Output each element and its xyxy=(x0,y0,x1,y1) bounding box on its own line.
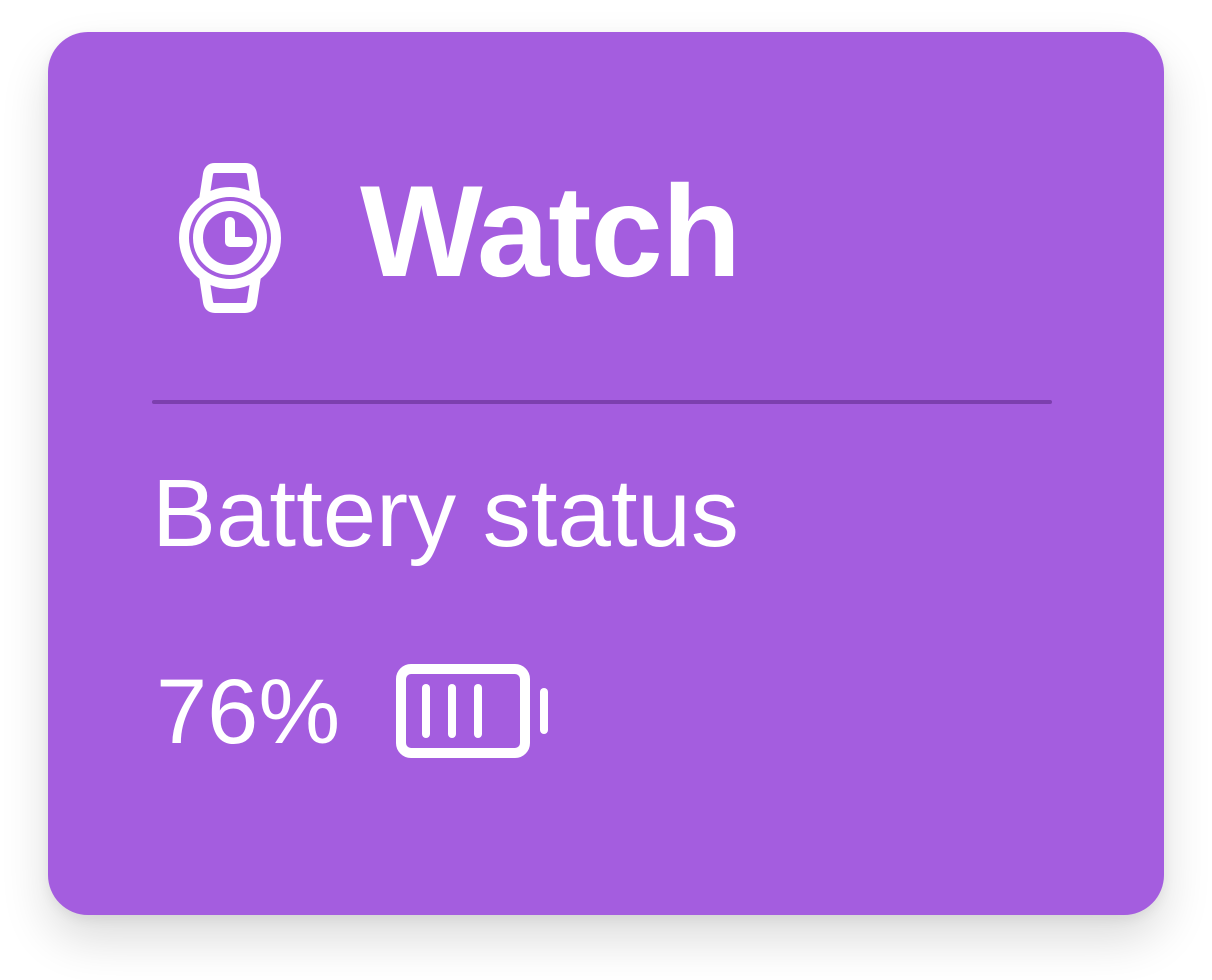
battery-percent: 76% xyxy=(156,661,341,763)
divider xyxy=(152,400,1052,404)
watch-icon xyxy=(179,163,281,313)
battery-icon xyxy=(396,664,549,758)
battery-widget-card: Watch Battery status 76% xyxy=(48,32,1164,915)
battery-status-row: 76% xyxy=(156,660,556,764)
device-title: Watch xyxy=(360,158,741,304)
battery-level-bars xyxy=(422,684,483,738)
battery-status-label: Battery status xyxy=(152,460,739,567)
